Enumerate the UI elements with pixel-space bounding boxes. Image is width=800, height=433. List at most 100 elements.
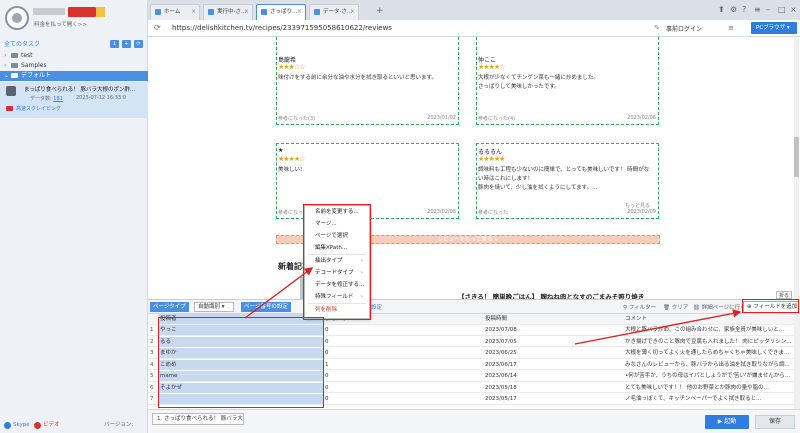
helpful-link[interactable]: 参考になった bbox=[478, 210, 508, 216]
review-stars: ★★★★★ bbox=[478, 155, 505, 163]
more-icon[interactable]: ≡ bbox=[728, 24, 734, 32]
data-count-link[interactable]: 181 bbox=[53, 96, 63, 102]
user-name-masked bbox=[33, 8, 65, 15]
skype-link[interactable]: Skype bbox=[13, 418, 30, 433]
close-icon[interactable]: × bbox=[191, 5, 196, 19]
workflow-tab[interactable]: 1. さっぱり食べられる！ 豚バラ大... bbox=[152, 413, 244, 425]
table-cell: 7 bbox=[150, 396, 154, 402]
close-icon[interactable]: × bbox=[350, 5, 355, 19]
upgrade-link[interactable]: 料金を払って開く>> bbox=[34, 20, 87, 28]
webview-scrollbar[interactable] bbox=[794, 37, 799, 299]
review-author: 仲ここ bbox=[478, 57, 497, 64]
column-header[interactable]: コメント bbox=[623, 314, 794, 324]
detail-page-button[interactable]: ⛓ 詳細ページに行く bbox=[693, 303, 746, 311]
helpful-link[interactable]: 参考になった(4) bbox=[478, 116, 515, 122]
vip-badge bbox=[68, 7, 105, 17]
table-cell: 2023/07/08 bbox=[485, 327, 517, 333]
edit-icon[interactable]: ✎ bbox=[654, 24, 660, 32]
folder-icon bbox=[11, 73, 18, 78]
chevron-right-icon[interactable]: › bbox=[4, 51, 11, 61]
review-author: ★ bbox=[278, 147, 284, 154]
table-cell: 1 bbox=[325, 361, 329, 368]
task-title: まっぱり食べられる！ 豚バラ大根のポン酢... bbox=[24, 87, 136, 93]
review-text: 味付けをする前に余分な油や水分を拭き取るといいと思います。 bbox=[278, 75, 437, 81]
pagination-settings-button[interactable]: ページ番号の設定 bbox=[241, 302, 291, 312]
review-stars: ★★★★☆ bbox=[478, 63, 505, 71]
review-card[interactable]: るるるん ★★★★★ 調味料も工程も少ないのに簡単で、とっても美味しいです！ 時… bbox=[476, 143, 659, 219]
update-icon[interactable]: ⬆ bbox=[718, 5, 725, 14]
skype-icon[interactable] bbox=[4, 422, 11, 429]
folder-default[interactable]: ⌄ デフォルト bbox=[0, 71, 148, 81]
see-more-link[interactable]: もっと見る bbox=[625, 202, 650, 209]
column-header[interactable]: 投稿時間 bbox=[483, 314, 623, 324]
start-button[interactable]: ▶ 起動 bbox=[705, 415, 749, 429]
video-icon[interactable] bbox=[34, 422, 41, 429]
tab-recipe-page[interactable]: さっぱり... × bbox=[256, 4, 306, 20]
refresh-icon[interactable]: ⟳ bbox=[134, 40, 143, 48]
scroll-thumb[interactable] bbox=[794, 137, 799, 177]
table-scrollbar[interactable] bbox=[794, 314, 800, 410]
helpful-link[interactable]: 参考になった(3) bbox=[278, 116, 315, 122]
table-cell: 2 bbox=[150, 338, 154, 345]
url-field[interactable]: https://delishkitchen.tv/recipes/2339715… bbox=[172, 24, 392, 32]
review-card[interactable]: 仲ここ ★★★★☆ 大根が少なくてチンゲン菜も一緒に炒めました。 さっぱりして美… bbox=[476, 37, 659, 125]
filter-button[interactable]: ⚲ フィルター bbox=[623, 303, 656, 311]
close-icon[interactable]: × bbox=[297, 5, 302, 19]
chevron-down-icon[interactable]: ⌄ bbox=[4, 71, 11, 81]
sidebar: 料金を払って開く>> 全てのタスク ↓ + ⟳ › test › Samples ⌄… bbox=[0, 0, 148, 433]
folder-icon bbox=[11, 63, 18, 68]
folder-icon bbox=[11, 53, 18, 58]
app-window: 料金を払って開く>> 全てのタスク ↓ + ⟳ › test › Samples ⌄… bbox=[0, 0, 800, 433]
video-link[interactable]: ビデオ bbox=[43, 418, 60, 433]
robot-icon bbox=[6, 86, 16, 96]
table-cell: 6 bbox=[150, 384, 154, 391]
table-cell: 0 bbox=[325, 396, 329, 402]
close-icon[interactable]: × bbox=[244, 5, 249, 19]
table-cell: みなさんのレビューから、豚バラから出る油を拭き取りながら調... bbox=[625, 361, 790, 368]
close-window-icon[interactable]: × bbox=[790, 5, 797, 14]
new-folder-icon[interactable]: + bbox=[122, 40, 131, 48]
import-task-icon[interactable]: ↓ bbox=[110, 40, 119, 48]
clear-button[interactable]: 🗑 クリア bbox=[663, 303, 688, 311]
table-cell: •何が苦手か、うちの母はイパとしょうがで'苦い'が嫌ませんから... bbox=[625, 373, 791, 379]
menu-icon[interactable]: ≡ bbox=[754, 5, 761, 14]
settings-icon[interactable]: ⚙ bbox=[730, 5, 737, 14]
task-status: 高速スクレイピング bbox=[16, 106, 62, 112]
link-icon: ⛓ bbox=[693, 305, 700, 311]
review-author: 島龍希 bbox=[278, 57, 297, 64]
version-text: バージョン: 4.0.1 bbox=[104, 422, 134, 428]
maximize-icon[interactable]: □ bbox=[778, 5, 786, 14]
review-text: 豚肉を焼いて、少し油を拭くようにしてます。... bbox=[478, 185, 598, 191]
reload-icon[interactable]: ⟳ bbox=[154, 23, 161, 32]
save-button[interactable]: 保存 bbox=[755, 415, 795, 429]
task-item[interactable]: まっぱり食べられる！ 豚バラ大根のポン酢... データ数: 181 2023-0… bbox=[0, 82, 148, 118]
chevron-right-icon[interactable]: › bbox=[4, 61, 11, 71]
folder-test[interactable]: › test bbox=[0, 51, 148, 61]
pc-browser-button[interactable]: PCブラウザ ▾ bbox=[751, 22, 797, 34]
minimize-icon[interactable]: – bbox=[766, 5, 770, 14]
bottom-bar: 1. さっぱり食べられる！ 豚バラ大... ▶ 起動 保存 bbox=[148, 409, 800, 433]
trash-icon: 🗑 bbox=[663, 305, 670, 311]
browser-tabbar: ホーム × 実行中-さ... × さっぱり... × データ-さ... × + ⬆ ⚙ … bbox=[148, 0, 800, 20]
tab-home[interactable]: ホーム × bbox=[150, 4, 200, 20]
table-cell: 2023/06/25 bbox=[485, 350, 517, 356]
page-icon bbox=[261, 9, 267, 15]
help-icon[interactable]: ? bbox=[742, 5, 746, 14]
review-text: い時はこれにします！ bbox=[478, 176, 534, 182]
tab-data[interactable]: データ-さ... × bbox=[309, 4, 359, 20]
folder-label: test bbox=[21, 52, 33, 59]
page-type-label: ページタイプ bbox=[150, 302, 189, 312]
review-card[interactable]: 島龍希 ★★★☆☆ 味付けをする前に余分な油や水分を拭き取るといいと思います。 … bbox=[276, 37, 459, 125]
all-tasks-title: 全てのタスク bbox=[4, 41, 41, 48]
tab-running[interactable]: 実行中-さ... × bbox=[203, 4, 253, 20]
review-date: 2023/02/08 bbox=[427, 209, 456, 215]
table-cell: 3 bbox=[150, 350, 154, 356]
app-logo-icon bbox=[5, 6, 29, 30]
pre-login-button[interactable]: 事前ログイン bbox=[666, 24, 702, 33]
collapse-button[interactable]: 折る bbox=[776, 291, 793, 299]
page-type-select[interactable]: 自動識別 ▾ bbox=[194, 302, 234, 312]
review-footer: 参考になった 2023/02/09 bbox=[478, 209, 656, 216]
new-tab-button[interactable]: + bbox=[376, 6, 384, 16]
table-cell: 0 bbox=[325, 338, 329, 345]
folder-samples[interactable]: › Samples bbox=[0, 61, 148, 71]
